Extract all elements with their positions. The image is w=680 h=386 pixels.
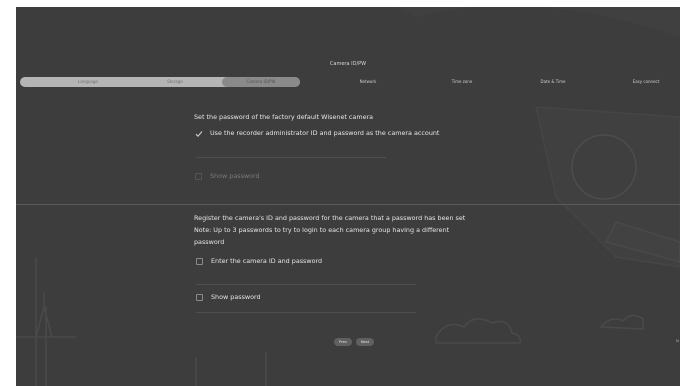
- prev-button[interactable]: Prev: [334, 338, 352, 346]
- password-field-line: [266, 157, 386, 158]
- section2-line1: Register the camera's ID and password fo…: [194, 214, 466, 222]
- step-language[interactable]: Language: [58, 79, 118, 84]
- setup-wizard-screen: Camera ID/PW Language Storage Camera ID/…: [16, 7, 680, 386]
- section2-line2: Note: Up to 3 passwords to try to login …: [194, 226, 450, 234]
- page-title: Camera ID/PW: [329, 61, 367, 67]
- step-camera-id-pw[interactable]: Camera ID/PW: [231, 79, 291, 84]
- next-step-button[interactable]: N: [676, 339, 679, 343]
- checkmark-icon[interactable]: [195, 130, 203, 138]
- camera-id-field-line: [196, 284, 416, 285]
- show-password-label-2[interactable]: Show password: [211, 293, 261, 301]
- section1-heading: Set the password of the factory default …: [194, 113, 374, 121]
- enter-camera-id-checkbox[interactable]: [196, 258, 203, 265]
- step-easy-connect[interactable]: Easy connect: [616, 79, 676, 84]
- setup-stepper: Language Storage Camera ID/PW Network Ti…: [20, 76, 680, 88]
- section-divider: [16, 204, 680, 205]
- use-admin-account-label[interactable]: Use the recorder administrator ID and pa…: [210, 129, 439, 137]
- section2-line3: password: [194, 238, 225, 246]
- step-storage[interactable]: Storage: [145, 79, 205, 84]
- enter-camera-id-label[interactable]: Enter the camera ID and password: [211, 257, 322, 265]
- password-row-line: [196, 312, 416, 313]
- show-password-label-1[interactable]: Show password: [210, 172, 260, 180]
- step-date-time[interactable]: Date & Time: [523, 79, 583, 84]
- step-time-zone[interactable]: Time zone: [432, 79, 492, 84]
- show-password-checkbox-1[interactable]: [195, 173, 202, 180]
- next-button[interactable]: Next: [356, 338, 374, 346]
- step-network[interactable]: Network: [338, 79, 398, 84]
- show-password-checkbox-2[interactable]: [196, 294, 203, 301]
